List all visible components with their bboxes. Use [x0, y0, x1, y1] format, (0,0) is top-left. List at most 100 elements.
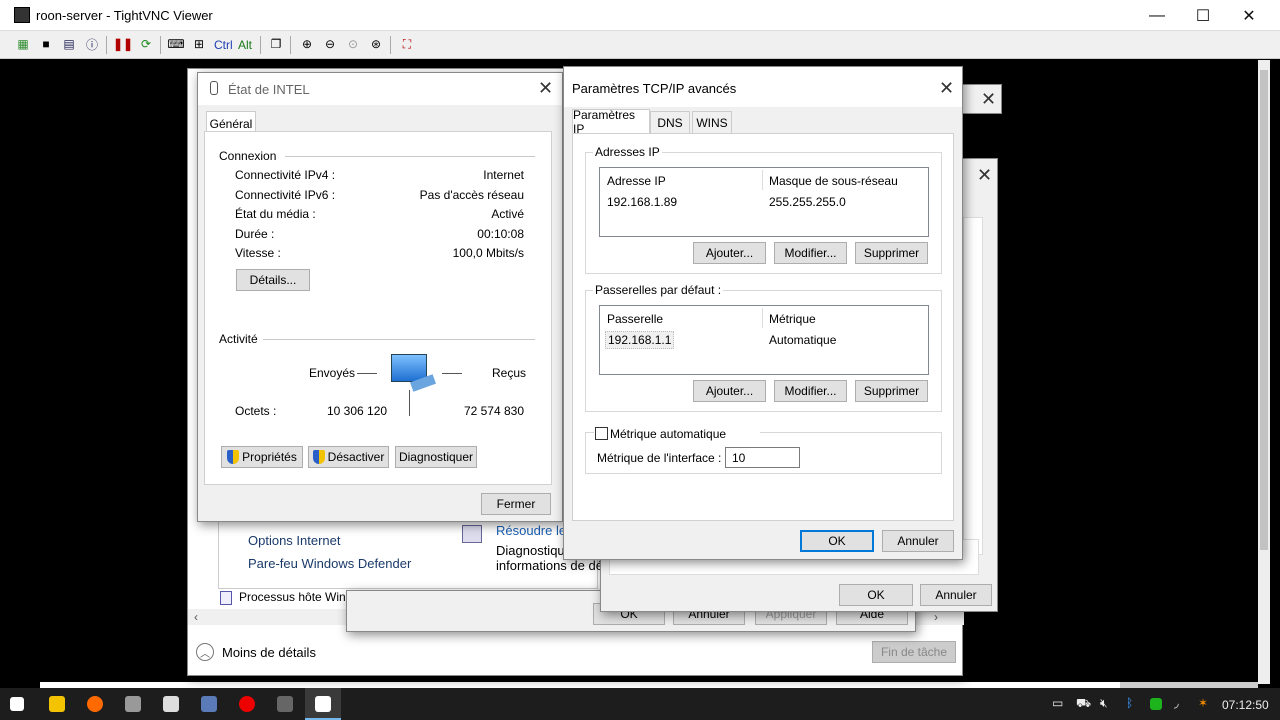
gateway-metric-value[interactable]: Automatique: [769, 333, 836, 347]
disable-label: Désactiver: [327, 450, 385, 464]
options-icon[interactable]: ▤: [60, 35, 78, 53]
tcpip-cancel-button[interactable]: Annuler: [882, 530, 954, 552]
save-app-icon[interactable]: [201, 696, 217, 712]
ip-column-header[interactable]: Adresse IP: [607, 174, 666, 188]
process-item[interactable]: Processus hôte Wind: [239, 590, 352, 604]
interface-metric-label: Métrique de l'interface :: [597, 451, 722, 465]
tab-dns[interactable]: DNS: [650, 111, 690, 133]
close-icon[interactable]: ✕: [977, 165, 992, 186]
status-panel: Connexion Connectivité IPv4 : Connectivi…: [204, 131, 552, 485]
zoom-in-icon[interactable]: ⊕: [298, 35, 316, 53]
auto-metric-checkbox[interactable]: [595, 427, 608, 440]
duration-value: 00:10:08: [477, 227, 524, 241]
ip-address-list[interactable]: Adresse IP Masque de sous-réseau 192.168…: [599, 167, 929, 237]
diagnostic-text: Diagnostique: [496, 543, 572, 558]
close-icon[interactable]: ✕: [538, 78, 553, 99]
diagnostic-text-2: informations de dép: [496, 558, 611, 573]
mid-cancel-button[interactable]: Annuler: [920, 584, 992, 606]
file-explorer-icon[interactable]: [49, 696, 65, 712]
subnet-mask-value[interactable]: 255.255.255.0: [769, 195, 846, 209]
metric-column-header[interactable]: Métrique: [769, 312, 816, 326]
network-adapter-icon: [210, 81, 218, 95]
save-icon[interactable]: ■: [37, 35, 55, 53]
less-details-button[interactable]: Moins de détails: [222, 645, 316, 660]
opera-icon[interactable]: [239, 696, 255, 712]
minimize-button[interactable]: —: [1134, 0, 1180, 31]
zoom-out-icon[interactable]: ⊖: [321, 35, 339, 53]
zoom-fit-icon[interactable]: ⊛: [367, 35, 385, 53]
new-connection-icon[interactable]: ▦: [14, 35, 32, 53]
modify-gateway-button[interactable]: Modifier...: [774, 380, 847, 402]
bytes-received-value: 72 574 830: [463, 404, 524, 418]
tcpip-dialog: Paramètres TCP/IP avancés ✕ Paramètres I…: [563, 66, 963, 560]
delete-gateway-button[interactable]: Supprimer: [855, 380, 928, 402]
properties-button[interactable]: Propriétés: [221, 446, 303, 468]
network-drive-icon[interactable]: ⛟: [1076, 696, 1091, 712]
app-icon-3[interactable]: [277, 696, 293, 712]
app-icon[interactable]: [125, 696, 141, 712]
tightvnc-taskbar-icon[interactable]: [315, 696, 331, 712]
start-icon[interactable]: [10, 697, 24, 711]
modify-ip-button[interactable]: Modifier...: [774, 242, 847, 264]
disable-button[interactable]: Désactiver: [308, 446, 389, 468]
volume-mute-icon[interactable]: 🔇︎: [1100, 696, 1108, 711]
close-icon[interactable]: ✕: [939, 78, 954, 99]
pause-icon[interactable]: ❚❚: [113, 35, 133, 53]
options-internet-link[interactable]: Options Internet: [248, 533, 341, 548]
close-icon[interactable]: ✕: [981, 89, 996, 110]
tab-wins[interactable]: WINS: [692, 111, 732, 133]
status-tray-icon[interactable]: [1150, 698, 1162, 710]
ctrl-key-button[interactable]: Ctrl: [214, 38, 233, 52]
mask-column-header[interactable]: Masque de sous-réseau: [769, 174, 898, 188]
details-button[interactable]: Détails...: [236, 269, 310, 291]
speed-label: Vitesse :: [235, 246, 281, 260]
firewall-link[interactable]: Pare-feu Windows Defender: [248, 556, 411, 571]
clipboard-icon[interactable]: ❐: [267, 35, 285, 53]
ipv4-value: Internet: [483, 168, 524, 182]
troubleshoot-link[interactable]: Résoudre les: [496, 523, 573, 538]
clock[interactable]: 07:12:50: [1222, 698, 1269, 712]
ctrl-esc-icon[interactable]: ⊞: [190, 35, 208, 53]
tcpip-panel: Adresses IP Adresse IP Masque de sous-ré…: [572, 133, 954, 521]
troubleshoot-icon: [462, 525, 482, 543]
close-button[interactable]: ✕: [1226, 0, 1272, 31]
app-tray-icon[interactable]: ✶: [1198, 696, 1208, 710]
maximize-button[interactable]: ☐: [1180, 0, 1226, 31]
uac-shield-icon: [312, 450, 325, 464]
interface-metric-input[interactable]: 10: [725, 447, 800, 468]
diagnose-button[interactable]: Diagnostiquer: [395, 446, 477, 468]
delete-ip-button[interactable]: Supprimer: [855, 242, 928, 264]
tcpip-ok-button[interactable]: OK: [800, 530, 874, 552]
zoom-100-icon[interactable]: ⊙: [344, 35, 362, 53]
gateway-column-header[interactable]: Passerelle: [607, 312, 663, 326]
gateway-list[interactable]: Passerelle Métrique 192.168.1.1 Automati…: [599, 305, 929, 375]
auto-metric-label[interactable]: Métrique automatique: [610, 427, 726, 441]
gateway-value[interactable]: 192.168.1.1: [605, 331, 675, 349]
uac-shield-icon: [227, 450, 240, 464]
tab-ip-settings[interactable]: Paramètres IP: [572, 108, 650, 136]
close-dialog-button[interactable]: Fermer: [481, 493, 551, 515]
vertical-scrollbar[interactable]: [1258, 60, 1270, 684]
ipv6-value: Pas d'accès réseau: [419, 188, 524, 202]
battery-icon[interactable]: ▭: [1052, 696, 1063, 710]
wifi-icon[interactable]: ◞: [1174, 696, 1179, 710]
app-icon-2[interactable]: [163, 696, 179, 712]
ctrl-alt-del-icon[interactable]: ⌨: [167, 35, 185, 53]
alt-key-button[interactable]: Alt: [238, 38, 252, 52]
end-task-button[interactable]: Fin de tâche: [872, 641, 956, 663]
media-state-label: État du média :: [235, 207, 316, 221]
mid-ok-button[interactable]: OK: [839, 584, 913, 606]
refresh-icon[interactable]: ⟳: [137, 35, 155, 53]
bytes-sent-value: 10 306 120: [327, 404, 388, 418]
ip-address-value[interactable]: 192.168.1.89: [607, 195, 677, 209]
add-ip-button[interactable]: Ajouter...: [693, 242, 766, 264]
firefox-icon[interactable]: [87, 696, 103, 712]
chevron-up-icon[interactable]: ︿: [196, 643, 214, 661]
received-label: Reçus: [492, 366, 527, 380]
info-icon[interactable]: ⓘ: [83, 35, 101, 53]
gateways-label: Passerelles par défaut :: [593, 283, 724, 297]
bluetooth-icon[interactable]: ᛒ: [1126, 696, 1133, 710]
add-gateway-button[interactable]: Ajouter...: [693, 380, 766, 402]
fullscreen-icon[interactable]: ⛶: [398, 35, 416, 53]
ip-addresses-label: Adresses IP: [593, 145, 662, 159]
